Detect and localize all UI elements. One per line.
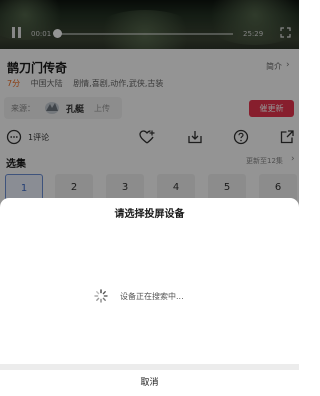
sheet-title: 请选择投屏设备	[114, 209, 185, 220]
loading-spinner-icon	[94, 289, 108, 303]
cast-device-sheet: 请选择投屏设备 设备正在搜索中...	[0, 198, 299, 364]
cancel-button[interactable]: 取消	[0, 370, 299, 396]
search-status: 设备正在搜索中...	[120, 292, 184, 301]
